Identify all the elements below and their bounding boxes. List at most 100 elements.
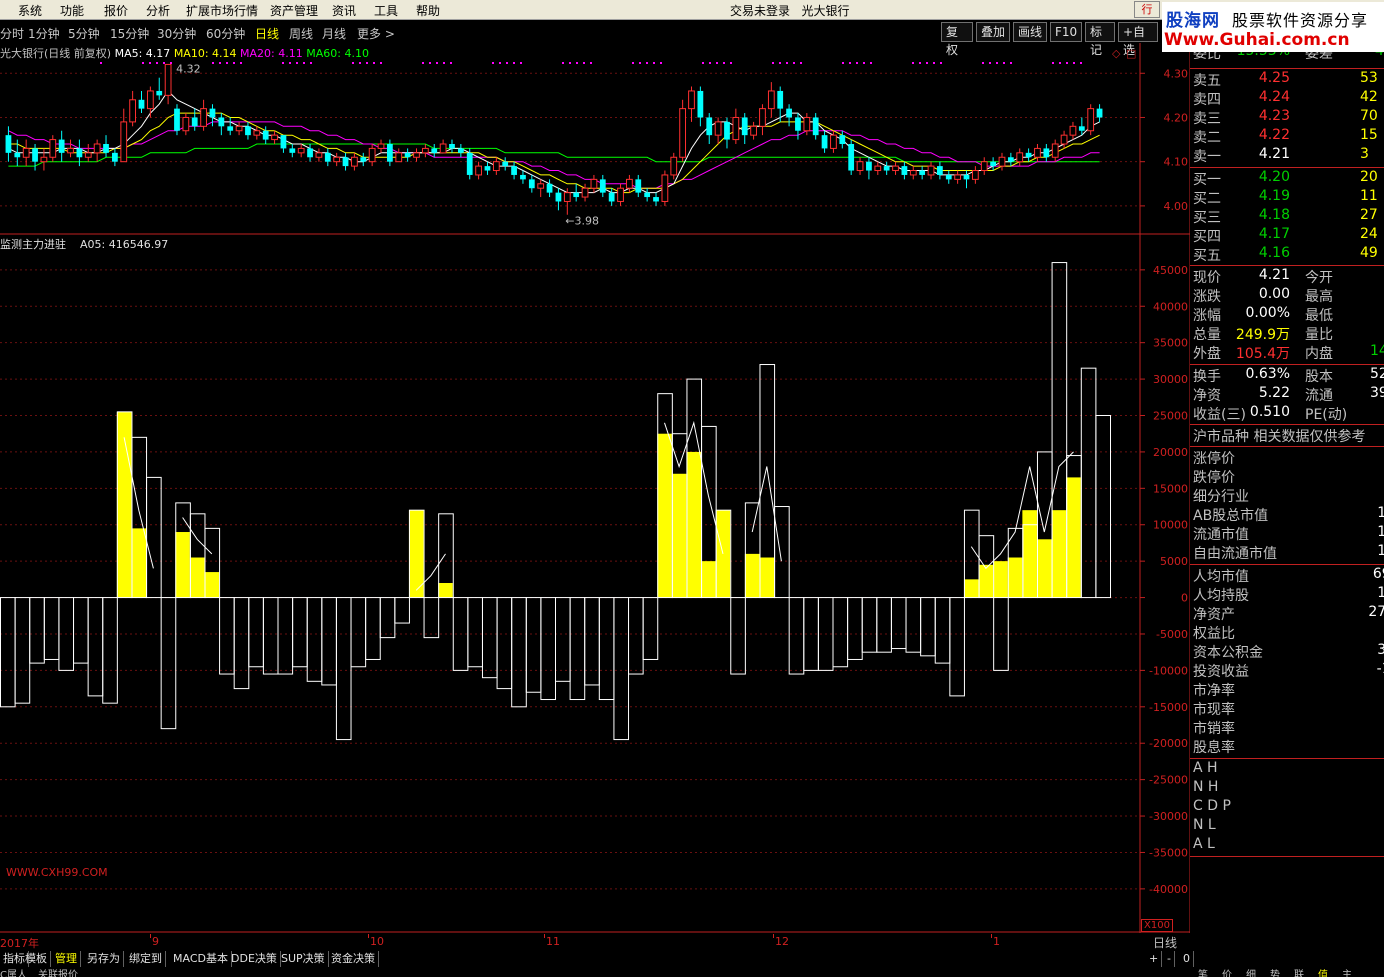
timeframe-3[interactable]: 15分钟	[110, 25, 149, 42]
bottom-tab-0[interactable]: C属人	[0, 967, 27, 977]
separator	[1190, 757, 1384, 759]
tab-3[interactable]: 另存为	[84, 951, 124, 967]
ask-price: 4.23	[1258, 108, 1290, 125]
menu-item-0[interactable]: 系统	[18, 2, 42, 19]
menu-item-8[interactable]: 帮助	[416, 2, 440, 19]
timeframe-9[interactable]: 更多 >	[357, 25, 395, 42]
marker-dot	[226, 62, 228, 64]
timeframe-4[interactable]: 30分钟	[157, 25, 196, 42]
detail-label: 涨停价	[1193, 450, 1235, 467]
price-tick-label: 4.30	[1164, 67, 1189, 80]
toolbar-button-5[interactable]: +自选	[1118, 22, 1158, 57]
timeframe-8[interactable]: 月线	[322, 25, 346, 42]
quote-value: 0.00	[1258, 286, 1290, 303]
tab-1[interactable]: 模板	[22, 951, 51, 967]
candle	[84, 152, 92, 158]
marker-dot	[1066, 62, 1068, 64]
timeframe-5[interactable]: 60分钟	[206, 25, 245, 42]
tab-7[interactable]: SUP决策	[278, 951, 329, 967]
outline-bar	[73, 597, 89, 664]
marker-dot	[380, 62, 382, 64]
candle	[954, 174, 962, 180]
candle	[608, 192, 615, 202]
date-label-5: 1	[993, 935, 1000, 948]
indicator-tick-label: -15000	[1149, 701, 1188, 714]
menu-item-6[interactable]: 资讯	[332, 2, 356, 19]
candle	[1087, 108, 1095, 132]
panel-tab-0[interactable]: 笔	[1198, 967, 1208, 977]
toolbar-button-3[interactable]: F10	[1050, 22, 1082, 42]
timeframe-2[interactable]: 5分钟	[68, 25, 100, 42]
tab-4[interactable]: 绑定到	[126, 951, 166, 967]
detail-label: 资本公积金	[1193, 644, 1263, 661]
candle	[919, 170, 926, 175]
diamond-icon: ◇	[1112, 47, 1121, 60]
indicator-tick-label: 35000	[1153, 337, 1188, 350]
marker-dot	[520, 62, 522, 64]
bid-price: 4.19	[1258, 187, 1290, 204]
quote-row: 外盘 105.4万内盘 144	[1190, 343, 1384, 362]
marker-dot	[289, 62, 291, 64]
index-label: N H	[1193, 778, 1219, 795]
menu-item-3[interactable]: 分析	[146, 2, 170, 19]
candle	[129, 99, 137, 123]
panel-tab-2[interactable]: 细	[1246, 967, 1256, 977]
chart-area[interactable]: 4.30 4.20 4.10 4.00 4.32 ←3.98 ◇ □ 45000 40000 350…	[0, 43, 1190, 933]
scroll-control-2[interactable]: 0	[1180, 951, 1194, 967]
candle	[484, 166, 491, 171]
candle	[909, 170, 917, 176]
menu-item-1[interactable]: 功能	[60, 2, 84, 19]
quote-row: 总量 249.9万 量比	[1190, 324, 1384, 343]
menu-item-2[interactable]: 报价	[104, 2, 128, 19]
marker-dot	[303, 62, 305, 64]
candle	[670, 156, 678, 176]
toolbar-button-0[interactable]: 复权	[941, 22, 973, 57]
candle	[138, 99, 145, 109]
menu-item-5[interactable]: 资产管理	[270, 2, 318, 19]
marker-dot	[359, 62, 361, 64]
scroll-control-0[interactable]: +	[1146, 951, 1163, 967]
tab-2[interactable]: 管理	[52, 951, 81, 967]
scroll-control-1[interactable]: -	[1164, 951, 1175, 967]
timeframe-7[interactable]: 周线	[289, 25, 313, 42]
candle	[146, 90, 154, 110]
bid-qty: 24	[1360, 225, 1378, 242]
panel-tab-1[interactable]: 价	[1222, 967, 1232, 977]
outline-bar	[525, 597, 542, 693]
bottom-tab-1[interactable]: 关联报价	[38, 967, 78, 977]
indicator-tick-label: -5000	[1156, 628, 1188, 641]
marker-dot	[436, 62, 438, 64]
ask-price: 4.25	[1258, 70, 1290, 86]
toolbar-button-1[interactable]: 叠加	[976, 22, 1010, 42]
marker-dot	[296, 62, 298, 64]
ask-row: 卖四 4.24 42	[1190, 89, 1384, 108]
menu-item-7[interactable]: 工具	[374, 2, 398, 19]
ask-label: 卖五	[1193, 73, 1221, 89]
tab-5[interactable]: MACD基本	[170, 951, 232, 967]
toolbar-button-4[interactable]: 标记	[1085, 22, 1115, 57]
quote-mode-button[interactable]: 行	[1134, 1, 1160, 18]
menu-item-4[interactable]: 扩展市场行情	[186, 2, 258, 19]
marker-dot	[793, 62, 795, 64]
marker-dot	[590, 62, 592, 64]
detail-label: 净资产	[1193, 606, 1235, 623]
indicator-value: A05: 416546.97	[80, 238, 169, 251]
ask-label: 卖三	[1193, 111, 1221, 128]
panel-tab-6[interactable]: 主	[1342, 967, 1352, 977]
timeframe-6[interactable]: 日线	[255, 25, 279, 42]
indicator-tick-label: -40000	[1149, 883, 1188, 896]
outline-bar	[14, 597, 31, 704]
toolbar-button-2[interactable]: 画线	[1013, 22, 1047, 42]
panel-tab-3[interactable]: 势	[1270, 967, 1280, 977]
panel-tab-4[interactable]: 联	[1294, 967, 1304, 977]
tab-6[interactable]: DDE决策	[228, 951, 281, 967]
timeframe-1[interactable]: 1分钟	[28, 25, 60, 42]
marker-dot	[772, 62, 774, 64]
period-label: 日线	[1152, 936, 1177, 950]
timeframe-0[interactable]: 分时	[0, 25, 24, 42]
panel-tab-5[interactable]: 值	[1318, 967, 1328, 977]
candle	[892, 165, 899, 172]
marker-dot	[1010, 62, 1012, 64]
tab-8[interactable]: 资金决策	[328, 951, 379, 967]
date-tick	[773, 934, 774, 938]
